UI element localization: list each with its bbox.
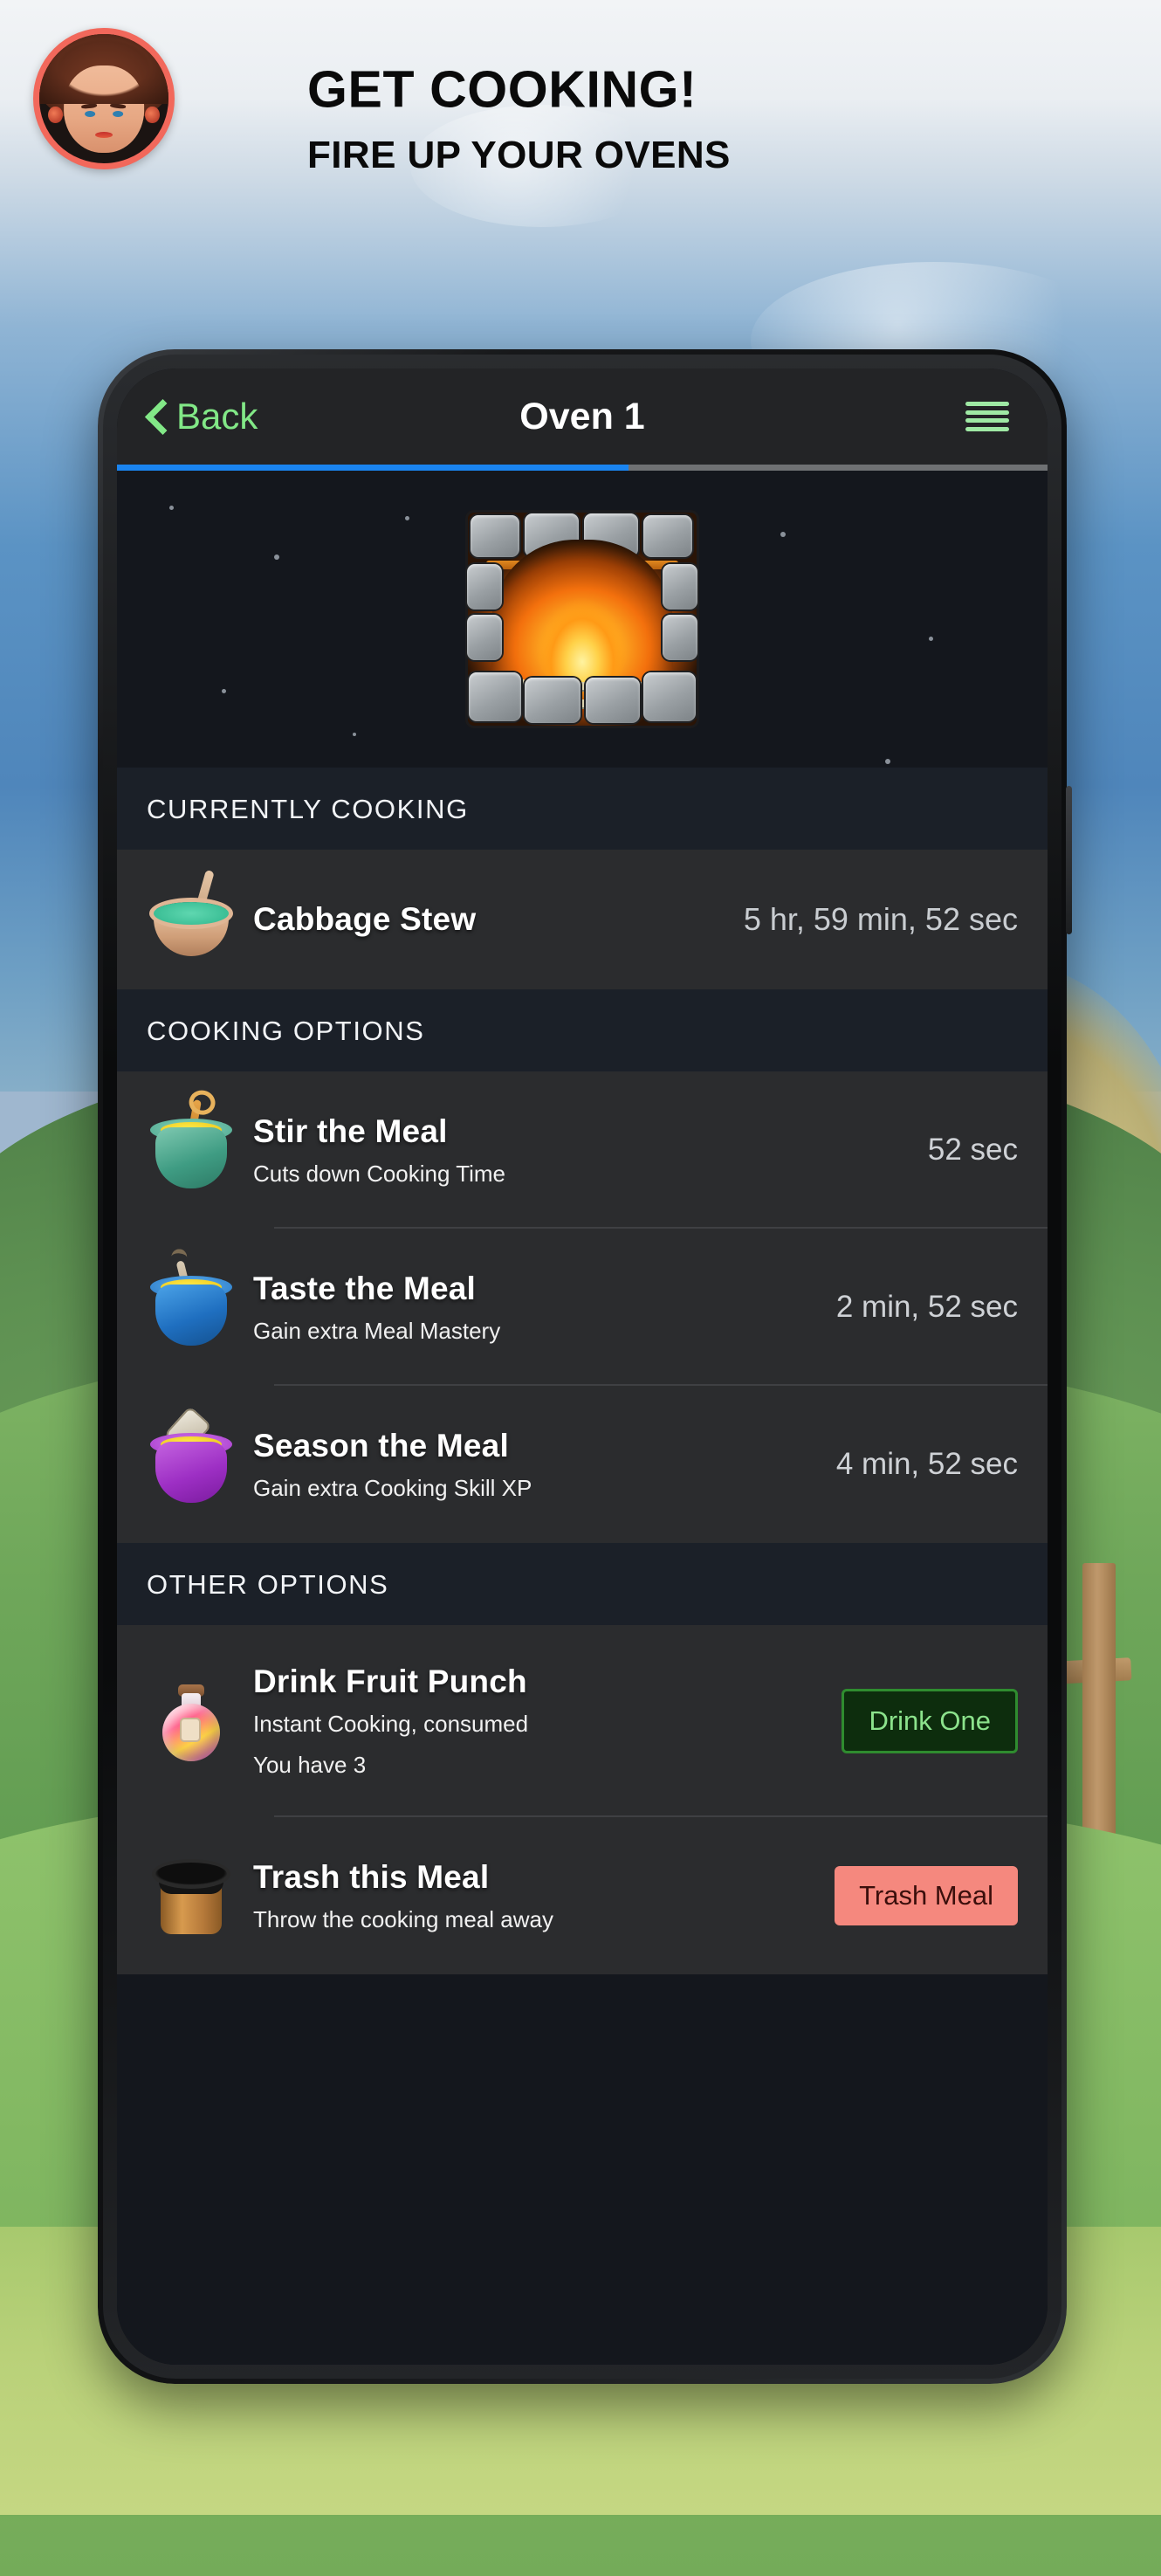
- cooking-option-row[interactable]: Stir the Meal Cuts down Cooking Time 52 …: [117, 1071, 1048, 1229]
- cooking-option-row[interactable]: Taste the Meal Gain extra Meal Mastery 2…: [117, 1229, 1048, 1386]
- wooden-trash-can-icon: [147, 1852, 234, 1939]
- cabbage-stew-bowl-icon: [147, 869, 234, 963]
- oven-hero: [117, 471, 1048, 768]
- other-option-subtitle: Throw the cooking meal away: [253, 1905, 553, 1932]
- other-option-count: You have 3: [253, 1752, 367, 1778]
- phone-screen: Back Oven 1 CURRENTLY COOKING Cabbage St…: [117, 368, 1048, 2365]
- fruit-punch-potion-icon: [147, 1677, 234, 1765]
- navigation-bar: Back Oven 1: [117, 368, 1048, 465]
- other-option-row-drink[interactable]: Drink Fruit Punch Instant Cooking, consu…: [117, 1625, 1048, 1817]
- promo-banner: GET COOKING! FIRE UP YOUR OVENS: [0, 0, 1161, 175]
- other-option-title: Drink Fruit Punch: [253, 1663, 527, 1699]
- green-cauldron-spoon-icon: [147, 1099, 234, 1194]
- blue-cauldron-ladle-icon: [147, 1260, 234, 1351]
- drink-one-button[interactable]: Drink One: [842, 1689, 1018, 1753]
- trash-meal-button[interactable]: Trash Meal: [835, 1866, 1018, 1925]
- avatar: [33, 28, 175, 169]
- purple-cauldron-shaker-icon: [147, 1406, 234, 1508]
- progress-bar: [117, 465, 1048, 471]
- currently-cooking-time: 5 hr, 59 min, 52 sec: [743, 901, 1018, 937]
- cooking-option-subtitle: Gain extra Cooking Skill XP: [253, 1474, 532, 1501]
- avatar-earring-right: [145, 106, 160, 124]
- other-option-title: Trash this Meal: [253, 1858, 490, 1895]
- currently-cooking-row[interactable]: Cabbage Stew 5 hr, 59 min, 52 sec: [117, 850, 1048, 989]
- chevron-left-icon: [147, 401, 166, 432]
- phone-device: Back Oven 1 CURRENTLY COOKING Cabbage St…: [98, 349, 1072, 2384]
- section-header-other-options: OTHER OPTIONS: [117, 1543, 1048, 1625]
- other-option-row-trash[interactable]: Trash this Meal Throw the cooking meal a…: [117, 1817, 1048, 1974]
- banner-subtitle: FIRE UP YOUR OVENS: [307, 134, 731, 176]
- avatar-eye-right: [113, 110, 124, 117]
- cooking-option-row[interactable]: Season the Meal Gain extra Cooking Skill…: [117, 1386, 1048, 1543]
- device-side-button[interactable]: [1066, 786, 1072, 934]
- cooking-option-title: Taste the Meal: [253, 1270, 477, 1306]
- avatar-lips: [94, 131, 113, 139]
- avatar-hair-front: [39, 34, 168, 104]
- cooking-option-time: 2 min, 52 sec: [835, 1290, 1018, 1324]
- section-header-cooking-options: COOKING OPTIONS: [117, 989, 1048, 1071]
- screen-body[interactable]: CURRENTLY COOKING Cabbage Stew 5 hr, 59 …: [117, 471, 1048, 2365]
- cooking-option-time: 52 sec: [927, 1133, 1018, 1167]
- stone-oven-with-fire-icon: [465, 510, 699, 728]
- cooking-option-subtitle: Gain extra Meal Mastery: [253, 1317, 501, 1344]
- cooking-option-title: Stir the Meal: [253, 1112, 448, 1149]
- cooking-option-title: Season the Meal: [253, 1427, 509, 1464]
- currently-cooking-name: Cabbage Stew: [253, 901, 477, 937]
- section-header-currently-cooking: CURRENTLY COOKING: [117, 768, 1048, 850]
- avatar-earring-left: [48, 106, 63, 124]
- scroll-spacer: [117, 1974, 1048, 2079]
- avatar-eye-left: [84, 110, 95, 117]
- cooking-option-subtitle: Cuts down Cooking Time: [253, 1160, 506, 1187]
- cooking-option-time: 4 min, 52 sec: [835, 1447, 1018, 1481]
- banner-title: GET COOKING!: [307, 60, 697, 119]
- back-button[interactable]: Back: [147, 396, 258, 437]
- back-button-label: Back: [176, 396, 258, 437]
- progress-bar-fill: [117, 465, 629, 471]
- other-option-subtitle: Instant Cooking, consumed: [253, 1711, 529, 1737]
- hamburger-menu-icon[interactable]: [965, 402, 1009, 431]
